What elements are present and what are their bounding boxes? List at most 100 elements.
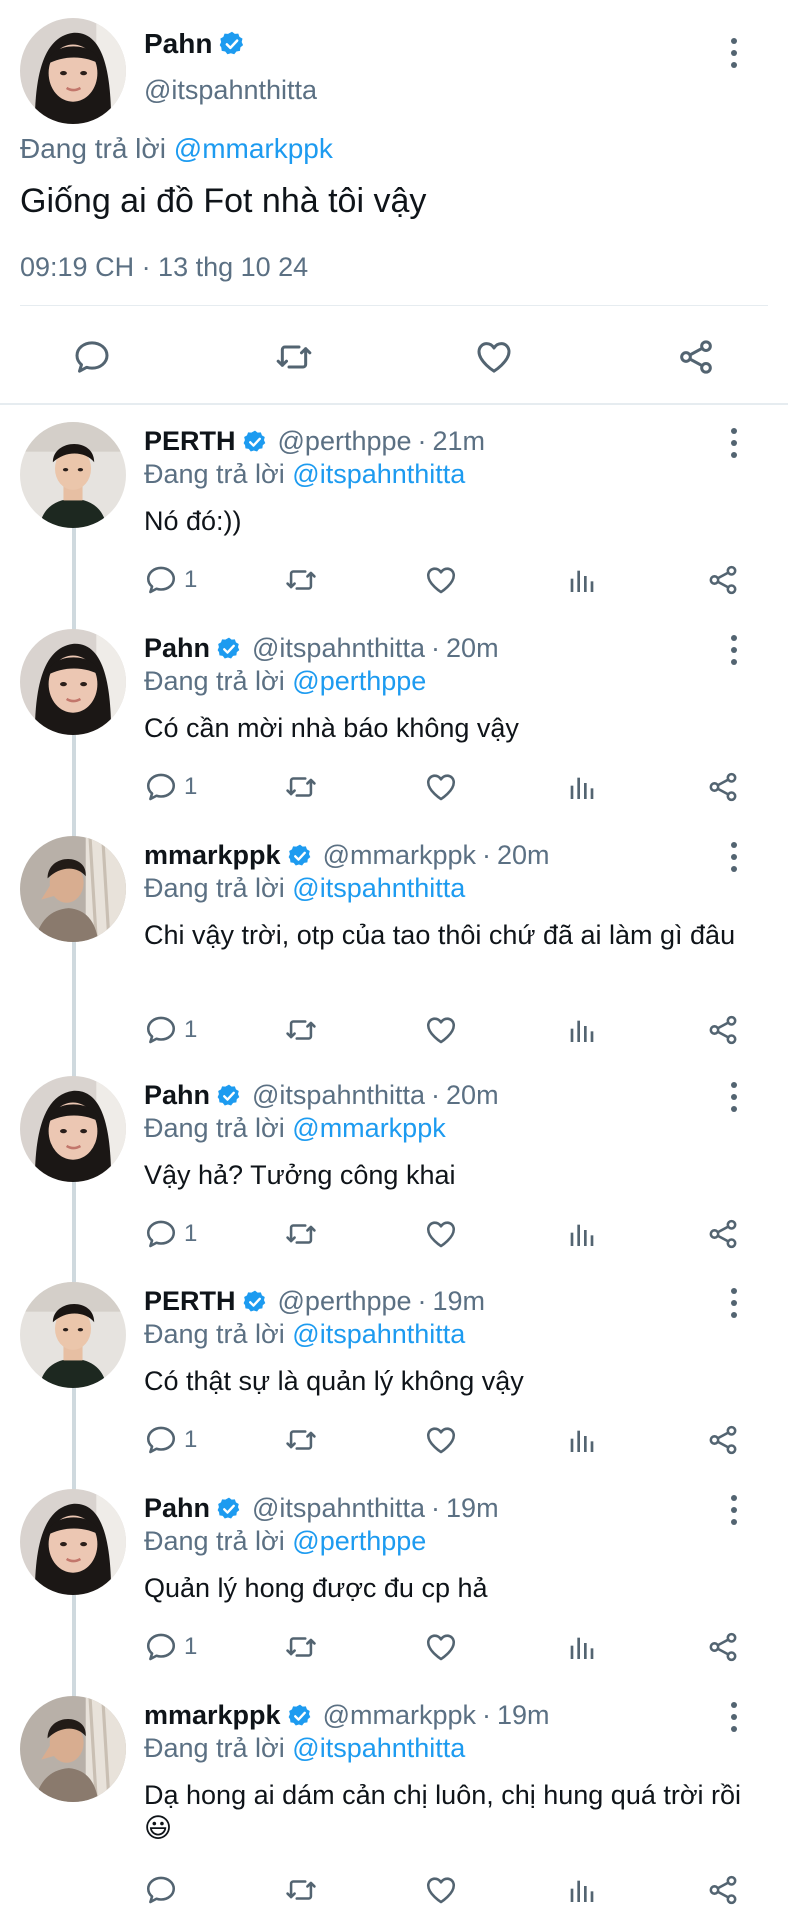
avatar[interactable] [20,1282,126,1388]
more-options-icon[interactable] [730,1702,738,1732]
view-stats-button[interactable] [566,769,598,805]
author-handle[interactable]: @mmarkppk [323,1700,476,1731]
author-handle[interactable]: @itspahnthitta [144,75,317,106]
more-options-icon[interactable] [730,1495,738,1525]
like-button[interactable] [424,1422,458,1458]
more-options-icon[interactable] [730,428,738,458]
like-button[interactable] [424,769,458,805]
reply-tweet[interactable]: mmarkppk @mmarkppk · 20m Đang trả lời @itspa… [0,826,788,1166]
like-button[interactable] [472,335,516,379]
more-options-icon[interactable] [730,1288,738,1318]
view-stats-button[interactable] [566,1422,598,1458]
reply-button[interactable] [70,335,114,379]
author-handle[interactable]: @itspahnthitta [252,1493,425,1524]
author-handle[interactable]: @perthppe [278,1286,412,1317]
author-name[interactable]: mmarkppk [144,840,281,871]
author-handle[interactable]: @itspahnthitta [252,633,425,664]
author-name[interactable]: Pahn [144,633,210,664]
retweet-button[interactable] [284,1872,318,1908]
reply-time[interactable]: 19m [433,1286,486,1317]
author-name[interactable]: PERTH [144,426,236,457]
avatar[interactable] [20,18,126,124]
share-button[interactable] [706,1216,740,1252]
reply-time[interactable]: 20m [497,840,550,871]
retweet-button[interactable] [284,1012,318,1048]
view-stats-button[interactable] [566,1012,598,1048]
author-handle[interactable]: @mmarkppk [323,840,476,871]
replying-to: Đang trả lời @perthppe [144,1526,426,1557]
share-button[interactable] [706,562,740,598]
replying-to-link[interactable]: @itspahnthitta [292,1733,465,1763]
reply-time[interactable]: 19m [446,1493,499,1524]
reply-tweet[interactable]: PERTH @perthppe · 21m Đang trả lời @itspahnt… [0,412,788,719]
reply-tweet[interactable]: Pahn @itspahnthitta · 20m Đang trả lời @mmar… [0,1066,788,1372]
reply-button[interactable]: 1 [144,1012,197,1048]
author-name-row[interactable]: Pahn [144,28,246,60]
reply-tweet[interactable]: Pahn @itspahnthitta · 20m Đang trả lời @pert… [0,619,788,926]
more-options-icon[interactable] [730,842,738,872]
avatar[interactable] [20,1489,126,1595]
like-button[interactable] [424,1629,458,1665]
author-name[interactable]: mmarkppk [144,1700,281,1731]
replying-prefix: Đang trả lời [144,1733,285,1763]
like-button[interactable] [424,1012,458,1048]
view-stats-button[interactable] [566,562,598,598]
reply-button[interactable]: 1 [144,1216,197,1252]
author-handle[interactable]: @perthppe [278,426,412,457]
avatar[interactable] [20,836,126,942]
view-stats-button[interactable] [566,1629,598,1665]
author-name[interactable]: Pahn [144,1080,210,1111]
avatar[interactable] [20,422,126,528]
replying-to-link[interactable]: @itspahnthitta [292,1319,465,1349]
like-button[interactable] [424,1872,458,1908]
retweet-button[interactable] [284,1422,318,1458]
replying-to-link[interactable]: @perthppe [292,1526,426,1556]
avatar[interactable] [20,1076,126,1182]
like-button[interactable] [424,1216,458,1252]
replying-to-link[interactable]: @mmarkppk [292,1113,445,1143]
share-button[interactable] [674,335,718,379]
replying-to-link[interactable]: @mmarkppk [174,133,333,164]
tweet-timestamp[interactable]: 09:19 CH · 13 thg 10 24 [20,252,308,283]
reply-tweet[interactable]: Pahn @itspahnthitta · 19m Đang trả lời @pert… [0,1479,788,1786]
reply-button[interactable] [144,1872,184,1908]
replying-to: Đang trả lời @itspahnthitta [144,1319,465,1350]
more-options-icon[interactable] [730,635,738,665]
reply-button[interactable]: 1 [144,769,197,805]
replying-to-link[interactable]: @perthppe [292,666,426,696]
reply-tweet[interactable]: mmarkppk @mmarkppk · 19m Đang trả lời @itspa… [0,1686,788,1920]
share-button[interactable] [706,1872,740,1908]
share-button[interactable] [706,1629,740,1665]
retweet-icon [284,1873,318,1907]
like-icon [424,1873,458,1907]
replying-to-link[interactable]: @itspahnthitta [292,873,465,903]
reply-time[interactable]: 21m [433,426,486,457]
share-button[interactable] [706,1422,740,1458]
author-name[interactable]: PERTH [144,1286,236,1317]
reply-time[interactable]: 20m [446,633,499,664]
more-options-icon[interactable] [730,1082,738,1112]
reply-time[interactable]: 19m [497,1700,550,1731]
reply-time[interactable]: 20m [446,1080,499,1111]
view-stats-button[interactable] [566,1872,598,1908]
share-button[interactable] [706,1012,740,1048]
like-button[interactable] [424,562,458,598]
reply-button[interactable]: 1 [144,1629,197,1665]
reply-button[interactable]: 1 [144,562,197,598]
retweet-button[interactable] [284,1216,318,1252]
avatar[interactable] [20,629,126,735]
view-stats-button[interactable] [566,1216,598,1252]
reply-button[interactable]: 1 [144,1422,197,1458]
reply-tweet[interactable]: PERTH @perthppe · 19m Đang trả lời @itspahnt… [0,1272,788,1579]
more-options-icon[interactable] [730,38,738,68]
author-handle[interactable]: @itspahnthitta [252,1080,425,1111]
avatar[interactable] [20,1696,126,1802]
retweet-button[interactable] [284,1629,318,1665]
author-name[interactable]: Pahn [144,28,212,60]
author-name[interactable]: Pahn [144,1493,210,1524]
retweet-button[interactable] [272,335,316,379]
replying-to-link[interactable]: @itspahnthitta [292,459,465,489]
retweet-button[interactable] [284,562,318,598]
retweet-button[interactable] [284,769,318,805]
share-button[interactable] [706,769,740,805]
